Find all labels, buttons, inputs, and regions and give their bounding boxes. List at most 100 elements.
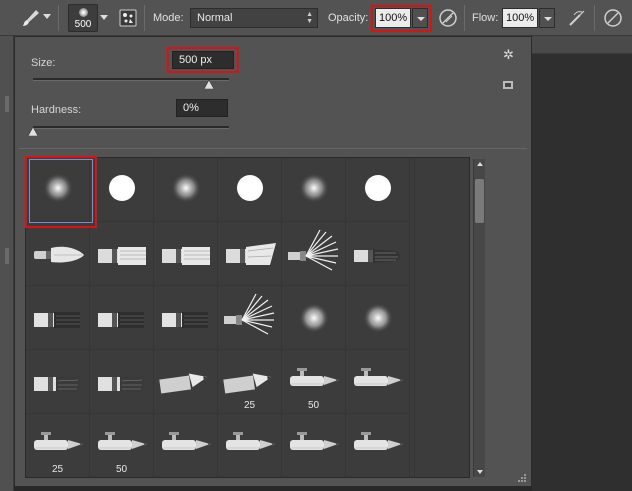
chevron-down-icon[interactable] [42, 11, 52, 21]
brush-preset-item[interactable]: 25 [218, 350, 282, 414]
brush-preset-size-label: 25 [51, 464, 64, 475]
brush-preset-item[interactable] [346, 350, 410, 414]
brush-tool-icon[interactable] [20, 7, 42, 29]
grid-empty-area [414, 158, 469, 477]
flow-input[interactable]: 100% [502, 8, 538, 28]
brush-tip-icon [79, 8, 88, 17]
angled-bristle-brush-icon [226, 243, 276, 265]
brush-preset-item[interactable] [90, 158, 154, 222]
tool-options-bar: 500 Mode: Normal ▲ ▼ Opacity: 100% Flow: … [0, 0, 632, 36]
brush-preset-item[interactable] [154, 222, 218, 286]
scroll-up-icon[interactable] [477, 162, 483, 166]
toolbar-separator [144, 5, 145, 31]
brush-preset-item[interactable] [26, 350, 90, 414]
gear-icon[interactable]: ✲ [503, 47, 519, 62]
document-tab-strip [532, 36, 632, 54]
hardness-slider-thumb[interactable] [28, 127, 38, 136]
hardness-slider-track[interactable] [33, 126, 229, 129]
blend-mode-select[interactable]: Normal ▲ ▼ [190, 8, 318, 28]
airbrush-pen-icon [226, 432, 276, 450]
soft-round-small-icon [299, 303, 329, 333]
preset-scrollbar[interactable] [473, 159, 485, 477]
brush-preset-item[interactable] [154, 350, 218, 414]
highlight-box [167, 47, 239, 73]
dark-bristle-brush-icon [34, 375, 80, 393]
brush-preset-item[interactable] [346, 414, 410, 477]
size-label: Size: [31, 57, 56, 69]
stepper-arrows-icon: ▲ ▼ [306, 11, 313, 25]
scroll-down-icon[interactable] [477, 470, 483, 474]
brush-preset-item[interactable] [154, 158, 218, 222]
new-preset-icon[interactable] [502, 79, 514, 90]
brush-preset-item[interactable] [218, 414, 282, 477]
size-slider-track[interactable] [33, 78, 229, 81]
highlight-box [25, 156, 97, 228]
flow-dropdown-button[interactable] [539, 8, 555, 28]
panel-edge-mark [5, 248, 9, 264]
flow-label: Flow: [472, 12, 499, 24]
document-background [532, 36, 632, 491]
airbrush-pen-icon [290, 432, 340, 450]
flat-blunt-brush-icon [162, 312, 208, 328]
soft-round-icon [171, 173, 201, 203]
round-bristle-brush-icon [354, 249, 400, 263]
pressure-opacity-icon[interactable] [437, 7, 459, 29]
brush-size-preview: 500 [74, 19, 92, 30]
brush-preset-size-label: 25 [243, 400, 256, 411]
airbrush-pen-icon [354, 432, 404, 450]
resize-grip-icon[interactable] [517, 473, 527, 483]
brush-preset-item[interactable]: 50 [282, 350, 346, 414]
brush-preset-item[interactable] [346, 222, 410, 286]
brush-preset-item[interactable] [218, 286, 282, 350]
toolbar-separator [594, 5, 595, 31]
highlight-box [371, 5, 432, 32]
brush-preset-item[interactable] [282, 222, 346, 286]
brush-preset-item[interactable]: 50 [90, 414, 154, 477]
brush-preset-size-label: 50 [115, 464, 128, 475]
blend-mode-value: Normal [197, 12, 233, 24]
brush-preset-item[interactable] [282, 286, 346, 350]
brush-preset-item[interactable] [90, 222, 154, 286]
hardness-label: Hardness: [31, 104, 82, 116]
size-slider-thumb[interactable] [204, 80, 215, 89]
brush-preset-item[interactable] [346, 286, 410, 350]
brush-preset-item[interactable] [282, 158, 346, 222]
flat-blunt-brush-icon [34, 312, 80, 328]
hardness-input[interactable]: 0% [176, 99, 228, 117]
brush-preset-item[interactable] [154, 414, 218, 477]
brush-preset-item[interactable] [218, 222, 282, 286]
scrollbar-thumb[interactable] [475, 179, 484, 223]
photoshop-window: 500 Mode: Normal ▲ ▼ Opacity: 100% Flow: … [0, 0, 632, 491]
soft-round-icon [299, 173, 329, 203]
toolbar-separator [464, 5, 465, 31]
mode-label: Mode: [153, 12, 184, 24]
brush-preset-item[interactable] [218, 158, 282, 222]
tools-panel-edge [0, 36, 14, 491]
brush-preset-item[interactable]: 25 [26, 414, 90, 477]
pencil-icon [159, 373, 208, 394]
dark-bristle-brush-icon [98, 375, 144, 393]
brush-panel-toggle-icon[interactable] [118, 8, 138, 28]
brush-preset-item[interactable] [90, 286, 154, 350]
brush-preset-size-label: 50 [307, 400, 320, 411]
hard-round-icon [365, 175, 391, 201]
panel-edge-mark [5, 96, 9, 112]
opacity-label: Opacity: [328, 12, 369, 24]
hard-round-icon [237, 175, 263, 201]
flat-blunt-brush-icon [98, 312, 144, 328]
airbrush-icon[interactable] [566, 7, 588, 29]
round-point-brush-icon [34, 246, 84, 263]
pressure-size-icon[interactable] [602, 7, 624, 29]
airbrush-pen-icon [162, 432, 212, 450]
brush-preset-picker[interactable]: 500 [68, 4, 98, 32]
brush-preset-item[interactable] [26, 286, 90, 350]
brush-preset-item[interactable] [90, 350, 154, 414]
brush-preset-item[interactable] [154, 286, 218, 350]
fan-brush-icon [224, 293, 275, 335]
fan-brush-icon [288, 229, 339, 271]
soft-round-small-icon [363, 303, 393, 333]
chevron-down-icon[interactable] [100, 13, 108, 21]
brush-preset-item[interactable] [282, 414, 346, 477]
brush-preset-item[interactable] [26, 222, 90, 286]
brush-preset-item[interactable] [346, 158, 410, 222]
